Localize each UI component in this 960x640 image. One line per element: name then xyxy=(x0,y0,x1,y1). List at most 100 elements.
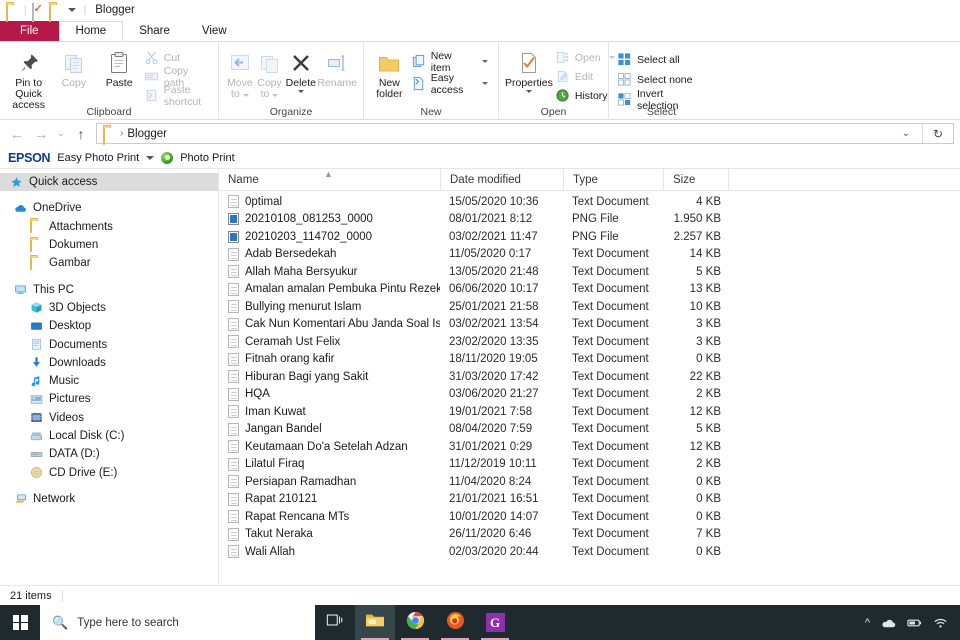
photo-print-button[interactable]: Photo Print xyxy=(180,152,234,164)
table-row[interactable]: Wali Allah 02/03/2020 20:44 Text Document 0… xyxy=(219,543,960,561)
chevron-down-icon[interactable]: ⌄ xyxy=(894,128,918,139)
copy-path-button[interactable]: Copy path xyxy=(142,65,212,89)
sidebar-item-quick-access[interactable]: Quick access xyxy=(0,173,218,192)
table-row[interactable]: Jangan Bandel 08/04/2020 7:59 Text Documen… xyxy=(219,421,960,439)
sidebar-item-gambar[interactable]: Gambar xyxy=(0,254,218,272)
table-row[interactable]: Takut Neraka 26/11/2020 6:46 Text Document… xyxy=(219,526,960,544)
paste-shortcut-button[interactable]: Paste shortcut xyxy=(142,84,212,108)
new-item-button[interactable]: New item xyxy=(409,50,492,74)
table-row[interactable]: Cak Nun Komentari Abu Janda Soal Isla...… xyxy=(219,316,960,334)
sidebar-item-this-pc[interactable]: This PC xyxy=(0,280,218,298)
sidebar-item-music[interactable]: Music xyxy=(0,372,218,390)
table-row[interactable]: 20210108_081253_0000 08/01/2021 8:12 PNG F… xyxy=(219,211,960,229)
breadcrumb-blogger[interactable]: Blogger xyxy=(127,128,167,140)
column-header-size[interactable]: Size xyxy=(663,168,728,191)
column-header-type[interactable]: Type xyxy=(563,168,663,191)
file-name-label: 20210203_114702_0000 xyxy=(245,230,373,243)
address-input[interactable]: › Blogger ⌄ ↻ xyxy=(96,123,954,145)
file-size-cell: 3 KB xyxy=(696,335,721,348)
new-folder-button[interactable]: New folder xyxy=(370,47,409,100)
table-row[interactable]: Ceramah Ust Felix 23/02/2020 13:35 Text Do… xyxy=(219,333,960,351)
paste-button[interactable]: Paste xyxy=(97,47,142,89)
up-button[interactable]: ↑ xyxy=(70,123,92,145)
easy-access-button[interactable]: Easy access xyxy=(409,72,492,96)
forward-button[interactable]: → xyxy=(30,123,52,145)
table-row[interactable]: Amalan amalan Pembuka Pintu Rezeki 06/06/… xyxy=(219,281,960,299)
sidebar-item-documents[interactable]: Documents xyxy=(0,335,218,353)
show-hidden-icons-button[interactable]: ^ xyxy=(865,617,870,629)
table-row[interactable]: Allah Maha Bersyukur 13/05/2020 21:48 Text… xyxy=(219,263,960,281)
chevron-down-icon[interactable] xyxy=(525,90,532,93)
table-row[interactable]: Bullying menurut Islam 25/01/2021 21:58 Te… xyxy=(219,298,960,316)
tab-file[interactable]: File xyxy=(0,21,59,41)
table-row[interactable]: Keutamaan Do'a Setelah Adzan 31/01/2021 0… xyxy=(219,438,960,456)
table-row[interactable]: HQA 03/06/2020 21:27 Text Document 2 KB xyxy=(219,386,960,404)
sidebar-item-network[interactable]: Network xyxy=(0,490,218,508)
sidebar-item-cd-drive-e[interactable]: CD Drive (E:) xyxy=(0,463,218,481)
tab-share[interactable]: Share xyxy=(123,22,186,41)
copy-to-button[interactable]: Copy to xyxy=(255,47,285,100)
move-to-label-line2: to xyxy=(230,88,240,100)
tab-view[interactable]: View xyxy=(186,22,243,41)
file-name-cell: Ceramah Ust Felix xyxy=(219,335,440,349)
column-header-name[interactable]: Name ▲ xyxy=(219,169,440,191)
taskbar-search-input[interactable]: 🔍 Type here to search xyxy=(40,605,315,640)
divider xyxy=(922,124,923,143)
refresh-button[interactable]: ↻ xyxy=(927,123,949,144)
chevron-down-icon[interactable] xyxy=(146,155,155,160)
firefox-button[interactable] xyxy=(435,605,475,640)
battery-icon[interactable] xyxy=(907,617,922,629)
delete-button[interactable]: Delete xyxy=(284,47,317,93)
back-button[interactable]: ← xyxy=(6,123,28,145)
task-view-button[interactable] xyxy=(315,605,355,640)
table-row[interactable]: 0ptimal 15/05/2020 10:36 Text Document 4 KB xyxy=(219,193,960,211)
chevron-down-icon[interactable] xyxy=(297,90,304,93)
select-all-label: Select all xyxy=(637,53,680,66)
easy-photo-print-menu[interactable]: Easy Photo Print xyxy=(57,152,139,164)
table-row[interactable]: Persiapan Ramadhan 11/04/2020 8:24 Text Do… xyxy=(219,473,960,491)
chrome-button[interactable] xyxy=(395,605,435,640)
table-row[interactable]: Iman Kuwat 19/01/2021 7:58 Text Document 12… xyxy=(219,403,960,421)
copy-button[interactable]: Copy xyxy=(51,47,96,89)
properties-icon[interactable] xyxy=(31,2,45,22)
sidebar-item-pictures[interactable]: Pictures xyxy=(0,390,218,408)
select-none-button[interactable]: Select none xyxy=(615,71,708,88)
rename-button[interactable]: Rename xyxy=(317,47,357,89)
table-row[interactable]: Fitnah orang kafir 18/11/2020 19:05 Text D… xyxy=(219,351,960,369)
sidebar-item-videos[interactable]: Videos xyxy=(0,409,218,427)
sidebar-item-attachments[interactable]: Attachments xyxy=(0,218,218,236)
table-row[interactable]: Hiburan Bagi yang Sakit 31/03/2020 17:42 T… xyxy=(219,368,960,386)
table-row[interactable]: Adab Bersedekah 11/05/2020 0:17 Text Docum… xyxy=(219,246,960,264)
pdf-app-button[interactable]: G xyxy=(475,605,515,640)
folder-icon[interactable] xyxy=(6,2,19,22)
wifi-icon[interactable] xyxy=(933,617,948,629)
sidebar-item-downloads[interactable]: Downloads xyxy=(0,354,218,372)
cloud-icon[interactable] xyxy=(881,617,896,629)
chevron-down-icon[interactable] xyxy=(482,82,488,85)
properties-button[interactable]: Properties xyxy=(505,47,553,93)
file-explorer-button[interactable] xyxy=(355,605,395,640)
select-all-button[interactable]: Select all xyxy=(615,51,708,68)
new-folder-icon[interactable] xyxy=(48,2,62,22)
sidebar-item-local-disk-c[interactable]: Local Disk (C:) xyxy=(0,427,218,445)
table-row[interactable]: Lilatul Firaq 11/12/2019 10:11 Text Docume… xyxy=(219,456,960,474)
column-header-date-modified[interactable]: Date modified xyxy=(440,168,563,191)
sidebar-item-dokumen[interactable]: Dokumen xyxy=(0,236,218,254)
file-name-cell: Bullying menurut Islam xyxy=(219,300,440,314)
table-row[interactable]: Rapat 210121 21/01/2021 16:51 Text Documen… xyxy=(219,491,960,509)
recent-locations-button[interactable]: ⌄ xyxy=(54,123,68,145)
start-button[interactable] xyxy=(0,605,40,640)
table-row[interactable]: Rapat Rencana MTs 10/01/2020 14:07 Text Do… xyxy=(219,508,960,526)
sidebar-item-3d-objects[interactable]: 3D Objects xyxy=(0,299,218,317)
cut-button[interactable]: Cut xyxy=(142,49,212,66)
sidebar-item-data-d[interactable]: DATA (D:) xyxy=(0,445,218,463)
pin-to-quick-access-button[interactable]: Pin to Quick access xyxy=(6,47,51,111)
table-row[interactable]: 20210203_114702_0000 03/02/2021 11:47 PNG … xyxy=(219,228,960,246)
sidebar-item-label: 3D Objects xyxy=(49,301,106,314)
sidebar-item-desktop[interactable]: Desktop xyxy=(0,317,218,335)
chevron-down-icon[interactable] xyxy=(482,60,488,63)
tab-home[interactable]: Home xyxy=(58,21,124,42)
chevron-down-icon[interactable] xyxy=(66,4,79,17)
sidebar-item-onedrive[interactable]: OneDrive xyxy=(0,199,218,217)
move-to-button[interactable]: Move to xyxy=(225,47,255,100)
